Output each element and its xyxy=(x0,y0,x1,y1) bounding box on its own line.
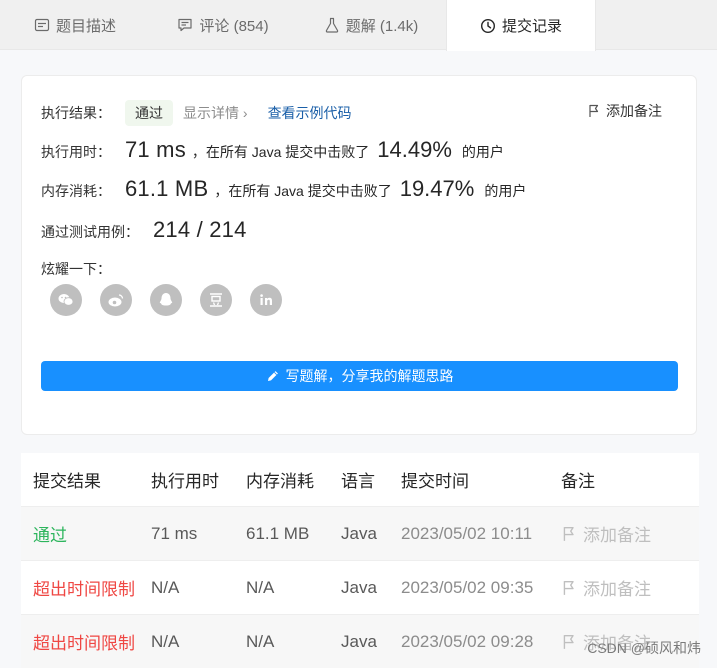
row-runtime: N/A xyxy=(151,631,180,651)
share-label: 炫耀一下： xyxy=(41,261,111,277)
tab-bar: 题目描述 评论 (854) 题解 (1.4k) 提交记录 xyxy=(0,0,717,51)
runtime-value: 71 ms xyxy=(125,137,186,162)
description-icon xyxy=(34,18,50,32)
row-status[interactable]: 通过 xyxy=(21,521,151,546)
tests-value: 214 / 214 xyxy=(153,217,247,242)
row-add-note-button[interactable]: 添加备注 xyxy=(561,575,699,600)
result-card: 执行结果： 通过 显示详情 › 查看示例代码 添加备注 执行用时： 71 ms … xyxy=(21,75,697,435)
submissions-table: 提交结果 执行用时 内存消耗 语言 提交时间 备注 通过 71 ms 61.1 … xyxy=(21,453,699,668)
runtime-mid-text: ，在所有 Java 提交中击败了 xyxy=(191,144,370,160)
header-result: 提交结果 xyxy=(33,472,101,491)
runtime-row: 执行用时： 71 ms ，在所有 Java 提交中击败了 14.49% 的用户 xyxy=(41,137,504,163)
weibo-share-button[interactable] xyxy=(100,284,132,316)
runtime-percent: 14.49% xyxy=(377,137,452,162)
table-row: 通过 71 ms 61.1 MB Java 2023/05/02 10:11 添… xyxy=(21,507,699,561)
row-memory: 61.1 MB xyxy=(246,523,310,543)
row-memory: N/A xyxy=(246,577,275,597)
status-badge: 通过 xyxy=(125,100,173,126)
row-note-label: 添加备注 xyxy=(583,580,651,599)
memory-mid-text: ，在所有 Java 提交中击败了 xyxy=(214,183,392,199)
tab-description-label: 题目描述 xyxy=(55,17,116,35)
table-header: 提交结果 执行用时 内存消耗 语言 提交时间 备注 xyxy=(21,453,699,507)
wechat-share-button[interactable] xyxy=(50,284,82,316)
row-language: Java xyxy=(341,577,377,597)
share-row: 炫耀一下： xyxy=(41,259,111,279)
tab-solutions[interactable]: 题解 (1.4k) xyxy=(296,0,446,50)
flag-icon xyxy=(589,104,599,117)
row-time: 2023/05/02 09:35 xyxy=(401,577,534,597)
write-solution-label: 写题解，分享我的解题思路 xyxy=(285,368,454,384)
row-language: Java xyxy=(341,523,377,543)
runtime-label: 执行用时： xyxy=(41,144,111,160)
tab-comments-label: 评论 (854) xyxy=(199,17,269,35)
comment-icon xyxy=(178,18,193,32)
tab-submissions-label: 提交记录 xyxy=(501,18,562,35)
flask-icon xyxy=(325,17,338,33)
weibo-icon xyxy=(108,294,124,307)
header-language: 语言 xyxy=(341,472,375,491)
add-note-label: 添加备注 xyxy=(606,103,662,119)
view-example-code-link[interactable]: 查看示例代码 xyxy=(268,103,352,123)
flag-icon xyxy=(563,634,574,649)
memory-value: 61.1 MB xyxy=(125,176,209,201)
memory-percent: 19.47% xyxy=(399,176,475,201)
tests-label: 通过测试用例： xyxy=(41,224,139,240)
tab-solutions-label: 题解 (1.4k) xyxy=(345,17,419,35)
status-label: 执行结果： xyxy=(41,105,111,121)
linkedin-icon xyxy=(260,294,272,305)
row-add-note-button[interactable]: 添加备注 xyxy=(561,521,699,546)
qq-icon xyxy=(159,293,173,306)
row-memory: N/A xyxy=(246,631,275,651)
header-note: 备注 xyxy=(561,472,595,491)
qq-share-button[interactable] xyxy=(150,284,182,316)
runtime-tail-text: 的用户 xyxy=(461,144,504,160)
tab-description[interactable]: 题目描述 xyxy=(0,0,150,50)
header-memory: 内存消耗 xyxy=(246,472,314,491)
memory-row: 内存消耗： 61.1 MB ，在所有 Java 提交中击败了 19.47% 的用… xyxy=(41,176,526,202)
show-details-link[interactable]: 显示详情 › xyxy=(183,103,248,123)
memory-label: 内存消耗： xyxy=(41,183,111,199)
row-note-label: 添加备注 xyxy=(583,526,651,545)
table-row: 超出时间限制 N/A N/A Java 2023/05/02 09:35 添加备… xyxy=(21,561,699,615)
row-status[interactable]: 超出时间限制 xyxy=(21,575,151,600)
write-solution-button[interactable]: 写题解，分享我的解题思路 xyxy=(41,361,678,391)
add-note-button[interactable]: 添加备注 xyxy=(587,101,662,121)
pencil-icon xyxy=(267,371,278,381)
linkedin-share-button[interactable] xyxy=(250,284,282,316)
watermark: CSDN @硕风和炜 xyxy=(587,640,701,656)
clock-icon xyxy=(480,18,495,33)
douban-share-button[interactable] xyxy=(200,284,232,316)
tab-submissions[interactable]: 提交记录 xyxy=(446,0,596,51)
row-status[interactable]: 超出时间限制 xyxy=(21,629,151,654)
row-runtime: 71 ms xyxy=(151,523,198,543)
douban-icon xyxy=(210,293,222,307)
tests-row: 通过测试用例： 214 / 214 xyxy=(41,217,253,243)
header-time: 提交时间 xyxy=(401,472,469,491)
header-runtime: 执行用时 xyxy=(151,472,219,491)
flag-icon xyxy=(563,526,574,541)
wechat-icon xyxy=(58,294,74,306)
flag-icon xyxy=(563,580,574,595)
tab-comments[interactable]: 评论 (854) xyxy=(150,0,296,50)
memory-tail-text: 的用户 xyxy=(484,183,527,199)
row-time: 2023/05/02 09:28 xyxy=(401,631,534,651)
share-icons xyxy=(50,284,282,316)
result-row: 执行结果： 通过 显示详情 › 查看示例代码 xyxy=(41,100,352,126)
row-time: 2023/05/02 10:11 xyxy=(401,523,533,543)
row-language: Java xyxy=(341,631,377,651)
row-runtime: N/A xyxy=(151,577,180,597)
